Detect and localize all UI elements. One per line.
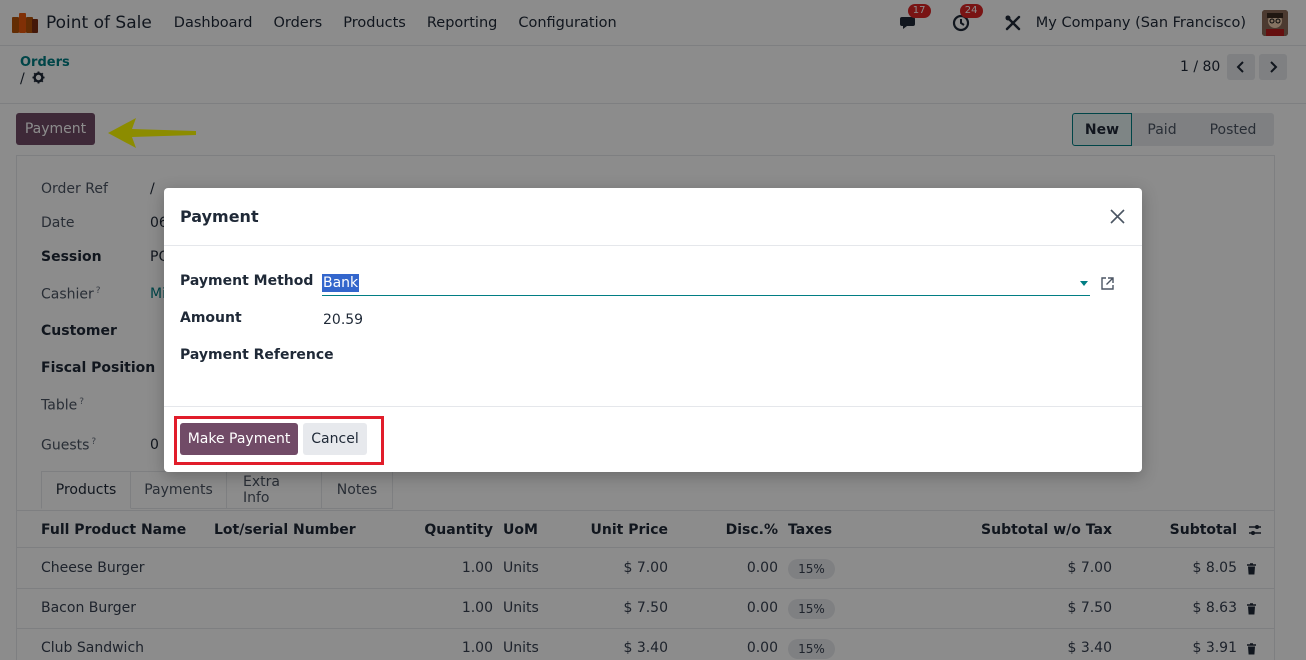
dialog-header: Payment (164, 188, 1142, 246)
amount-input[interactable]: 20.59 (323, 312, 363, 328)
close-icon[interactable] (1110, 209, 1125, 228)
label-payment-method: Payment Method (180, 273, 314, 289)
payment-dialog: Payment Payment Method Bank Amount 20.59… (164, 188, 1142, 472)
label-payment-reference: Payment Reference (180, 347, 334, 363)
caret-down-icon (1080, 281, 1088, 286)
dialog-title: Payment (180, 207, 259, 226)
label-amount: Amount (180, 310, 242, 326)
payment-method-value: Bank (322, 274, 360, 292)
payment-method-select[interactable]: Bank (322, 272, 1090, 296)
red-highlight-annotation (174, 416, 384, 465)
external-link-icon[interactable] (1100, 276, 1115, 295)
